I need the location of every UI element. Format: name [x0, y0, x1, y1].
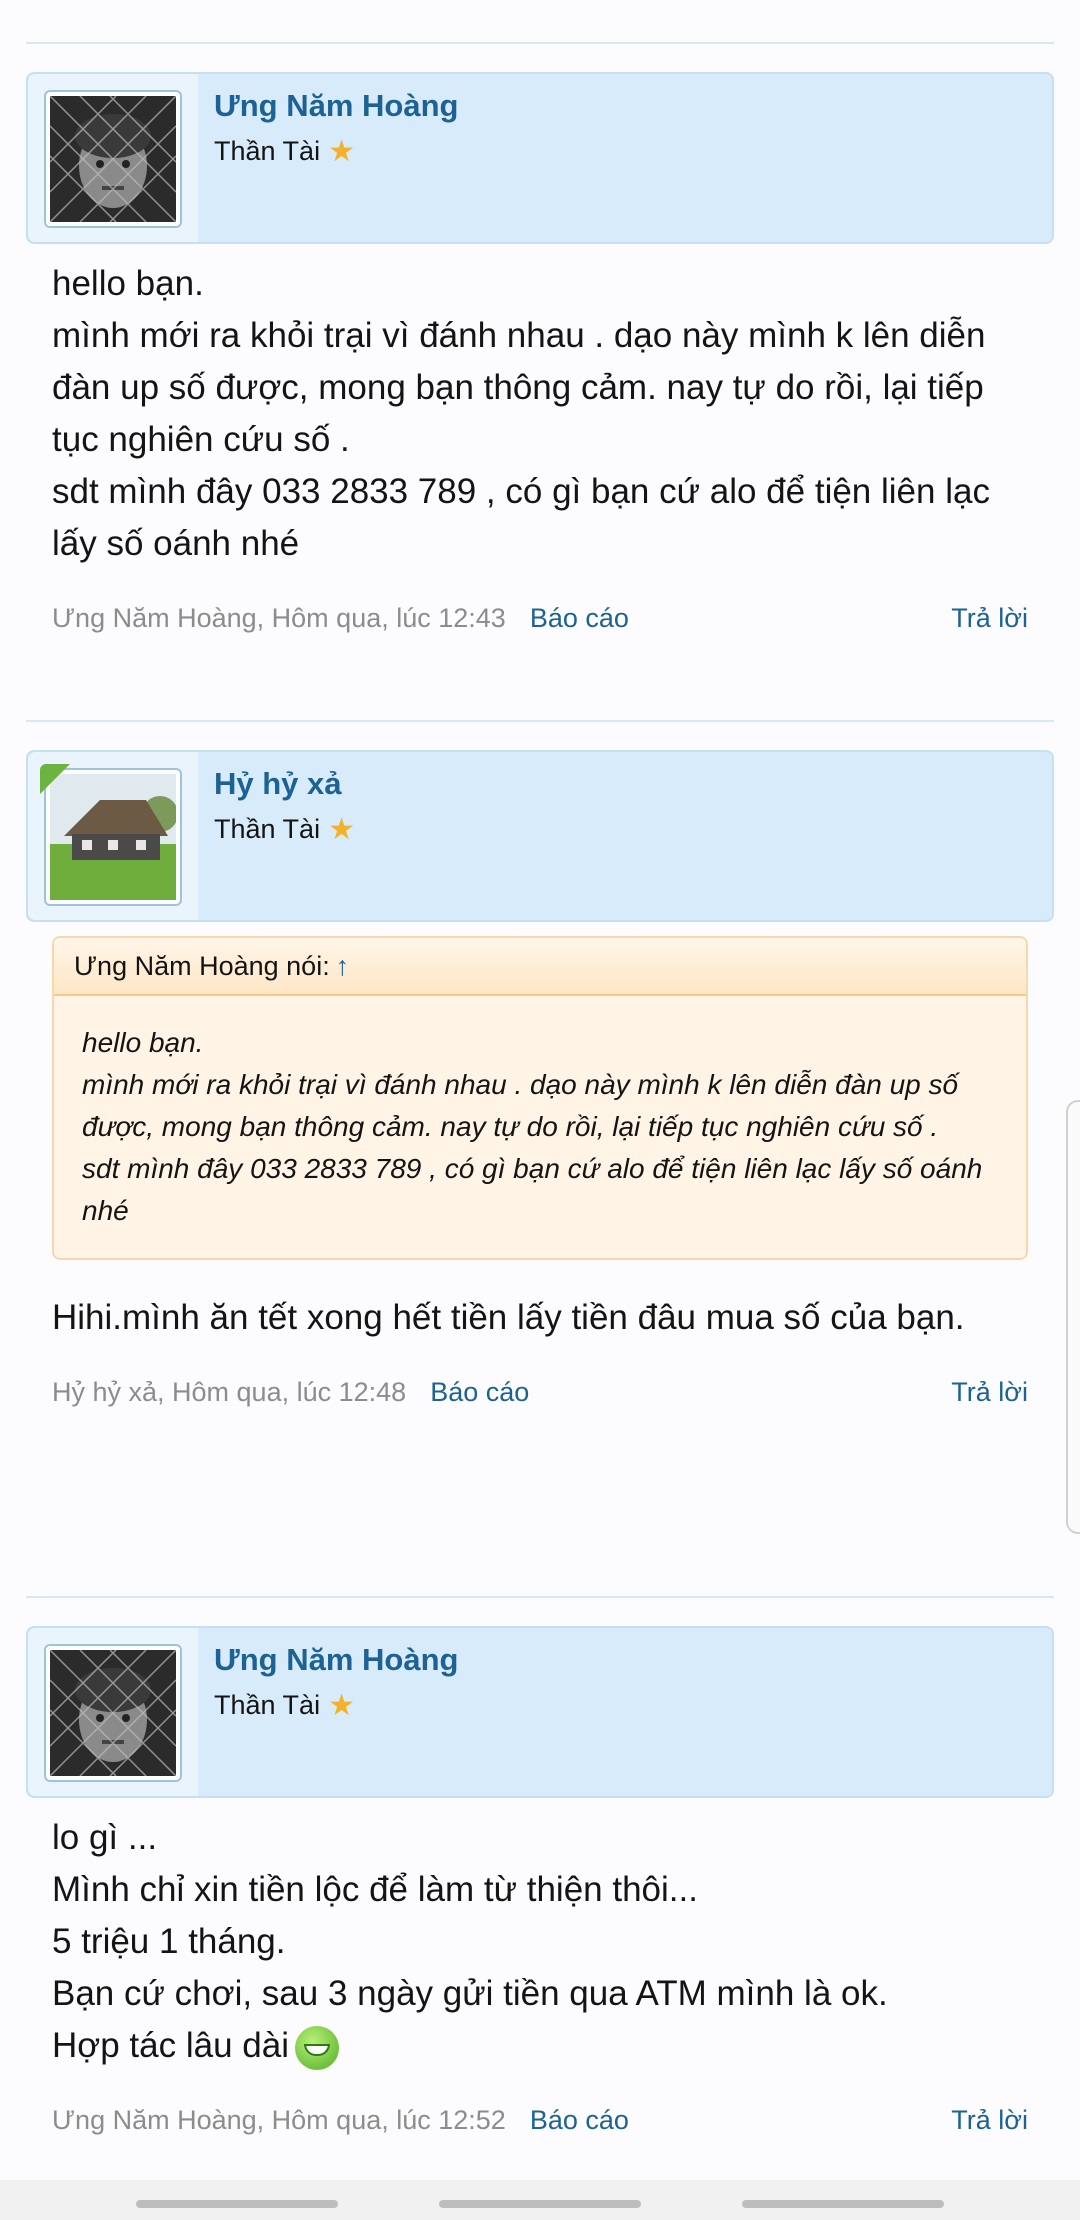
user-title: Thần Tài ★: [214, 136, 355, 167]
post-meta: Ưng Năm Hoàng, Hôm qua, lúc 12:52: [52, 2105, 506, 2135]
post-divider: [26, 1596, 1054, 1598]
username-link[interactable]: Ưng Năm Hoàng: [214, 1642, 458, 1678]
post-footer: Ưng Năm Hoàng, Hôm qua, lúc 12:52 Báo cáo…: [52, 2100, 1028, 2140]
post-message: lo gì ... Mình chỉ xin tiền lộc để làm t…: [52, 1812, 1028, 2072]
message-line: Hihi.mình ăn tết xong hết tiền lấy tiền …: [52, 1298, 965, 1337]
nav-left-handle[interactable]: [136, 2200, 338, 2208]
reply-link[interactable]: Trả lời: [951, 598, 1028, 638]
post-header: Ưng Năm Hoàng Thần Tài ★: [26, 1626, 1054, 1798]
post-message: Hihi.mình ăn tết xong hết tiền lấy tiền …: [52, 1292, 1028, 1344]
post-footer: Ưng Năm Hoàng, Hôm qua, lúc 12:43 Báo cáo…: [52, 598, 1028, 638]
report-link[interactable]: Báo cáo: [530, 2105, 629, 2135]
report-link[interactable]: Báo cáo: [430, 1377, 529, 1407]
boy-fence-avatar-image: [50, 1650, 176, 1776]
post-divider: [26, 720, 1054, 722]
user-title: Thần Tài ★: [214, 814, 355, 845]
quote-author: Ưng Năm Hoàng nói:: [74, 951, 330, 981]
post-header: Ưng Năm Hoàng Thần Tài ★: [26, 72, 1054, 244]
star-icon: ★: [328, 1688, 355, 1722]
post-meta: Ưng Năm Hoàng, Hôm qua, lúc 12:43: [52, 603, 506, 633]
quote-body: hello bạn. mình mới ra khỏi trại vì đánh…: [54, 996, 1026, 1258]
star-icon: ★: [328, 134, 355, 168]
message-line: sdt mình đây 033 2833 789 , có gì bạn cứ…: [52, 472, 990, 563]
message-line: Bạn cứ chơi, sau 3 ngày gửi tiền qua ATM…: [52, 1974, 888, 2013]
post-meta: Hỷ hỷ xả, Hôm qua, lúc 12:48: [52, 1377, 407, 1407]
post-header: Hỷ hỷ xả Thần Tài ★: [26, 750, 1054, 922]
boy-fence-avatar-image: [50, 96, 176, 222]
online-indicator: [40, 764, 70, 794]
user-title-text: Thần Tài: [214, 136, 321, 166]
post-divider: [26, 42, 1054, 44]
message-line: Mình chỉ xin tiền lộc để làm từ thiện th…: [52, 1870, 698, 1909]
username-link[interactable]: Hỷ hỷ xả: [214, 766, 342, 802]
quote-line: hello bạn.: [82, 1027, 204, 1058]
grin-emoji-icon: [294, 2025, 339, 2070]
navigation-bar: [0, 2180, 1080, 2220]
post-1: Ưng Năm Hoàng Thần Tài ★ hello bạn. mình…: [26, 72, 1054, 638]
avatar[interactable]: [44, 1644, 182, 1782]
avatar[interactable]: [44, 90, 182, 228]
nav-home-handle[interactable]: [439, 2200, 641, 2208]
username-link[interactable]: Ưng Năm Hoàng: [214, 88, 458, 124]
quote-header: Ưng Năm Hoàng nói: ↑: [54, 938, 1026, 996]
message-line: 5 triệu 1 tháng.: [52, 1922, 286, 1961]
user-title-text: Thần Tài: [214, 814, 321, 844]
up-arrow-icon[interactable]: ↑: [336, 951, 350, 981]
user-title: Thần Tài ★: [214, 1690, 355, 1721]
post-message: hello bạn. mình mới ra khỏi trại vì đánh…: [52, 258, 1028, 570]
quote-line: mình mới ra khỏi trại vì đánh nhau . dạo…: [82, 1069, 959, 1142]
user-title-text: Thần Tài: [214, 1690, 321, 1720]
nav-right-handle[interactable]: [742, 2200, 944, 2208]
reply-link[interactable]: Trả lời: [951, 1372, 1028, 1412]
report-link[interactable]: Báo cáo: [530, 603, 629, 633]
message-line: lo gì ...: [52, 1818, 158, 1857]
message-line: mình mới ra khỏi trại vì đánh nhau . dạo…: [52, 316, 986, 459]
message-line: Hợp tác lâu dài: [52, 2020, 1028, 2072]
message-text: Hợp tác lâu dài: [52, 2026, 289, 2065]
post-2: Hỷ hỷ xả Thần Tài ★ Ưng Năm Hoàng nói: ↑ …: [26, 750, 1054, 1412]
post-3: Ưng Năm Hoàng Thần Tài ★ lo gì ... Mình …: [26, 1626, 1054, 2140]
quote-block: Ưng Năm Hoàng nói: ↑ hello bạn. mình mới …: [52, 936, 1028, 1260]
star-icon: ★: [328, 812, 355, 846]
quote-line: sdt mình đây 033 2833 789 , có gì bạn cứ…: [82, 1153, 983, 1226]
message-line: hello bạn.: [52, 264, 204, 303]
side-panel-handle[interactable]: [1066, 1100, 1080, 1534]
post-footer: Hỷ hỷ xả, Hôm qua, lúc 12:48 Báo cáo Trả …: [52, 1372, 1028, 1412]
reply-link[interactable]: Trả lời: [951, 2100, 1028, 2140]
